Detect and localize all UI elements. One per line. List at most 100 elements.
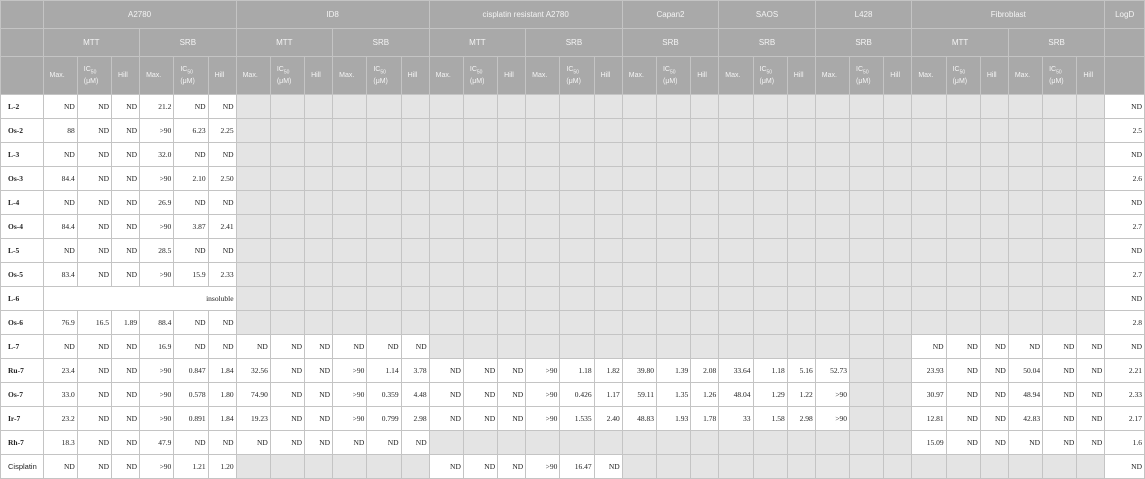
value-cell: 1.18 <box>559 358 595 383</box>
empty-cell <box>269 118 306 143</box>
empty-cell <box>593 286 623 311</box>
value-cell: 21.2 <box>139 94 175 119</box>
value-cell: ND <box>1076 358 1106 383</box>
metric-ic50: IC50 (μM) <box>849 56 885 95</box>
value-cell: 2.40 <box>593 406 623 431</box>
empty-cell <box>593 190 623 215</box>
table-row: L-6 insoluble ND <box>0 286 1145 311</box>
empty-cell <box>304 454 334 479</box>
metric-ic-unit: (μM) <box>856 78 871 86</box>
metric-ic-unit: (μM) <box>1049 78 1064 86</box>
empty-cell <box>752 310 788 335</box>
value-cell: ND <box>76 238 113 263</box>
empty-cell <box>428 166 464 191</box>
value-cell: ND <box>111 142 141 167</box>
table-row: Os-6 76.9 16.5 1.89 88.4 ND ND 2.8 <box>0 310 1145 335</box>
empty-cell <box>1007 190 1044 215</box>
assay-srb: SRB <box>139 28 237 57</box>
empty-cell <box>690 334 720 359</box>
value-cell: ND <box>497 406 527 431</box>
empty-cell <box>849 118 885 143</box>
metric-ic-unit: (μM) <box>469 78 485 86</box>
empty-cell <box>911 310 947 335</box>
table-row: Cisplatin ND ND ND >90 1.21 1.20 ND ND ND >90 16.47… <box>0 454 1145 479</box>
empty-cell <box>269 286 306 311</box>
value-cell: 1.17 <box>593 382 623 407</box>
empty-cell <box>332 118 368 143</box>
empty-cell <box>786 118 816 143</box>
value-cell: ND <box>428 454 464 479</box>
metric-hill: Hill <box>883 56 913 95</box>
value-cell: ND <box>1042 334 1078 359</box>
empty-cell <box>400 262 430 287</box>
value-cell: ND <box>111 406 141 431</box>
value-cell: ND <box>979 406 1009 431</box>
empty-cell <box>559 166 595 191</box>
empty-cell <box>945 118 981 143</box>
metric-ic50: IC50 (μM) <box>945 56 981 95</box>
value-cell: ND <box>269 358 306 383</box>
empty-cell <box>593 166 623 191</box>
empty-cell <box>849 286 885 311</box>
empty-cell <box>332 286 368 311</box>
value-cell: 1.78 <box>690 406 720 431</box>
empty-cell <box>621 334 657 359</box>
empty-cell <box>1076 310 1106 335</box>
empty-cell <box>621 166 657 191</box>
value-cell: 88 <box>42 118 78 143</box>
empty-cell <box>752 190 788 215</box>
empty-cell <box>655 310 692 335</box>
empty-cell <box>621 310 657 335</box>
empty-cell <box>849 214 885 239</box>
row-label: Os-7 <box>0 382 44 407</box>
empty-cell <box>752 94 788 119</box>
empty-cell <box>525 310 561 335</box>
value-cell: 47.9 <box>139 430 175 455</box>
empty-cell <box>690 286 720 311</box>
table-body: L-2 ND ND ND 21.2 ND ND ND Os-2 88 ND ND >90 6.23 2.25… <box>0 94 1145 479</box>
empty-cell <box>979 214 1009 239</box>
empty-cell <box>304 166 334 191</box>
empty-cell <box>883 142 913 167</box>
empty-cell <box>332 238 368 263</box>
empty-cell <box>428 214 464 239</box>
empty-cell <box>366 262 402 287</box>
empty-cell <box>911 94 947 119</box>
empty-cell <box>945 310 981 335</box>
empty-cell <box>655 166 692 191</box>
empty-cell <box>690 310 720 335</box>
empty-cell <box>525 430 561 455</box>
empty-cell <box>814 94 851 119</box>
value-cell: ND <box>979 430 1009 455</box>
empty-cell <box>849 406 885 431</box>
value-cell: 1.58 <box>752 406 788 431</box>
metric-ic-subscript: 50 <box>1056 69 1062 76</box>
empty-cell <box>304 118 334 143</box>
header-a2780: A2780 <box>42 0 237 29</box>
row-label: L-6 <box>0 286 44 311</box>
empty-cell <box>911 262 947 287</box>
header-saos: SAOS <box>718 0 816 29</box>
empty-cell <box>945 94 981 119</box>
empty-cell <box>752 214 788 239</box>
empty-cell <box>462 214 499 239</box>
empty-cell <box>428 238 464 263</box>
value-cell: ND <box>111 382 141 407</box>
empty-cell <box>911 286 947 311</box>
table-row: Os-4 84.4 ND ND >90 3.87 2.41 2.7 <box>0 214 1145 239</box>
empty-cell <box>690 454 720 479</box>
empty-cell <box>883 166 913 191</box>
empty-cell <box>690 214 720 239</box>
empty-cell <box>235 310 271 335</box>
value-cell: ND <box>400 430 430 455</box>
value-cell: ND <box>1007 334 1044 359</box>
empty-cell <box>400 166 430 191</box>
empty-cell <box>690 166 720 191</box>
empty-cell <box>1076 118 1106 143</box>
value-cell: 0.891 <box>173 406 209 431</box>
value-cell: ND <box>462 382 499 407</box>
value-cell: 39.80 <box>621 358 657 383</box>
empty-cell <box>235 190 271 215</box>
value-cell: ND <box>76 142 113 167</box>
value-cell: ND <box>304 334 334 359</box>
